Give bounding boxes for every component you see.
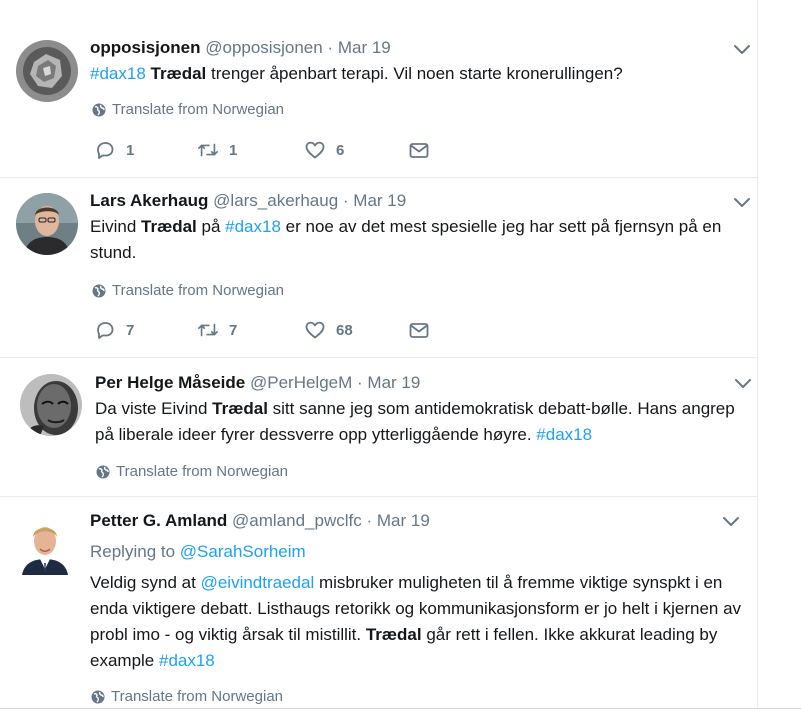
display-name[interactable]: opposisjonen [90, 38, 201, 57]
direct-message-button[interactable] [408, 139, 440, 161]
separator-dot: · [366, 511, 373, 530]
globe-icon [96, 465, 110, 479]
globe-icon [92, 103, 106, 117]
envelope-icon [408, 139, 440, 161]
hashtag-link[interactable]: #dax18 [536, 425, 592, 444]
highlighted-term: Trædal [212, 399, 268, 418]
user-handle[interactable]: @opposisjonen [205, 38, 322, 57]
chevron-down-icon[interactable] [722, 514, 740, 528]
tweet-text: Veldig synd at @eivindtraedal misbruker … [90, 573, 742, 670]
hashtag-link[interactable]: #dax18 [90, 64, 146, 83]
tweet-actions: 7 7 68 [94, 319, 494, 343]
bottom-border [0, 708, 801, 709]
globe-icon [91, 690, 105, 704]
avatar[interactable] [20, 374, 82, 436]
reply-count: 7 [126, 321, 135, 339]
reply-icon [94, 319, 126, 341]
tweet-date[interactable]: Mar 19 [353, 191, 406, 210]
globe-icon [92, 284, 106, 298]
tweet-header: Per Helge Måseide @PerHelgeM · Mar 19 [95, 372, 420, 394]
heart-icon [304, 139, 336, 161]
tweet-date[interactable]: Mar 19 [377, 511, 430, 530]
translate-link[interactable]: Translate from Norwegian [92, 282, 284, 300]
highlighted-term: Trædal [365, 625, 422, 644]
tweet-header: Lars Akerhaug @lars_akerhaug · Mar 19 [90, 190, 406, 212]
hashtag-link[interactable]: #dax18 [159, 651, 215, 670]
like-button[interactable]: 68 [304, 319, 353, 341]
direct-message-button[interactable] [408, 319, 440, 341]
retweet-button[interactable]: 1 [197, 139, 237, 161]
separator-dot: · [342, 191, 349, 210]
tweet-date[interactable]: Mar 19 [367, 373, 420, 392]
tweet[interactable]: Lars Akerhaug @lars_akerhaug · Mar 19 Ei… [0, 178, 758, 358]
retweet-icon [197, 139, 229, 161]
tweet[interactable]: opposisjonen @opposisjonen · Mar 19 #dax… [0, 0, 758, 178]
translate-link[interactable]: Translate from Norwegian [91, 688, 283, 706]
avatar[interactable] [16, 40, 78, 102]
replying-to: Replying to @SarahSorheim [90, 542, 306, 561]
reply-button[interactable]: 1 [94, 139, 134, 161]
chevron-down-icon[interactable] [734, 376, 752, 390]
reply-icon [94, 139, 126, 161]
mention-link[interactable]: @SarahSorheim [180, 542, 306, 561]
tweet[interactable]: Per Helge Måseide @PerHelgeM · Mar 19 Da… [0, 358, 758, 496]
chevron-down-icon[interactable] [733, 42, 751, 56]
envelope-icon [408, 319, 440, 341]
user-handle[interactable]: @amland_pwclfc [232, 511, 362, 530]
tweet-header: Petter G. Amland @amland_pwclfc · Mar 19 [90, 510, 430, 532]
reply-button[interactable]: 7 [94, 319, 134, 341]
retweet-icon [197, 319, 229, 341]
retweet-button[interactable]: 7 [197, 319, 237, 341]
chevron-down-icon[interactable] [733, 195, 751, 209]
avatar[interactable] [16, 513, 74, 575]
separator-dot: · [357, 373, 363, 392]
like-button[interactable]: 6 [304, 139, 344, 161]
avatar[interactable] [16, 193, 78, 255]
tweet-actions: 1 1 6 [94, 139, 494, 163]
display-name[interactable]: Lars Akerhaug [90, 191, 208, 210]
display-name[interactable]: Per Helge Måseide [95, 373, 245, 392]
hashtag-link[interactable]: #dax18 [225, 217, 281, 236]
tweet-header: opposisjonen @opposisjonen · Mar 19 [90, 37, 391, 59]
user-handle[interactable]: @PerHelgeM [250, 373, 352, 392]
vertical-divider [757, 0, 758, 708]
like-count: 68 [336, 321, 353, 339]
tweet-text: #dax18 Trædal trenger åpenbart terapi. V… [90, 64, 623, 83]
display-name[interactable]: Petter G. Amland [90, 511, 227, 530]
translate-link[interactable]: Translate from Norwegian [92, 101, 284, 119]
mention-link[interactable]: @eivindtraedal [201, 573, 315, 592]
separator-dot: · [327, 38, 334, 57]
tweet-text: Eivind Trædal på #dax18 er noe av det me… [90, 217, 722, 262]
retweet-count: 1 [229, 141, 238, 159]
heart-icon [304, 319, 336, 341]
tweet-text: Da viste Eivind Trædal sitt sanne jeg so… [95, 399, 735, 444]
tweet[interactable]: Petter G. Amland @amland_pwclfc · Mar 19… [0, 497, 758, 709]
like-count: 6 [336, 141, 345, 159]
retweet-count: 7 [229, 321, 238, 339]
translate-link[interactable]: Translate from Norwegian [96, 463, 288, 481]
highlighted-term: Trædal [150, 64, 207, 83]
tweet-date[interactable]: Mar 19 [338, 38, 391, 57]
reply-count: 1 [126, 141, 135, 159]
user-handle[interactable]: @lars_akerhaug [213, 191, 338, 210]
highlighted-term: Trædal [141, 217, 197, 236]
